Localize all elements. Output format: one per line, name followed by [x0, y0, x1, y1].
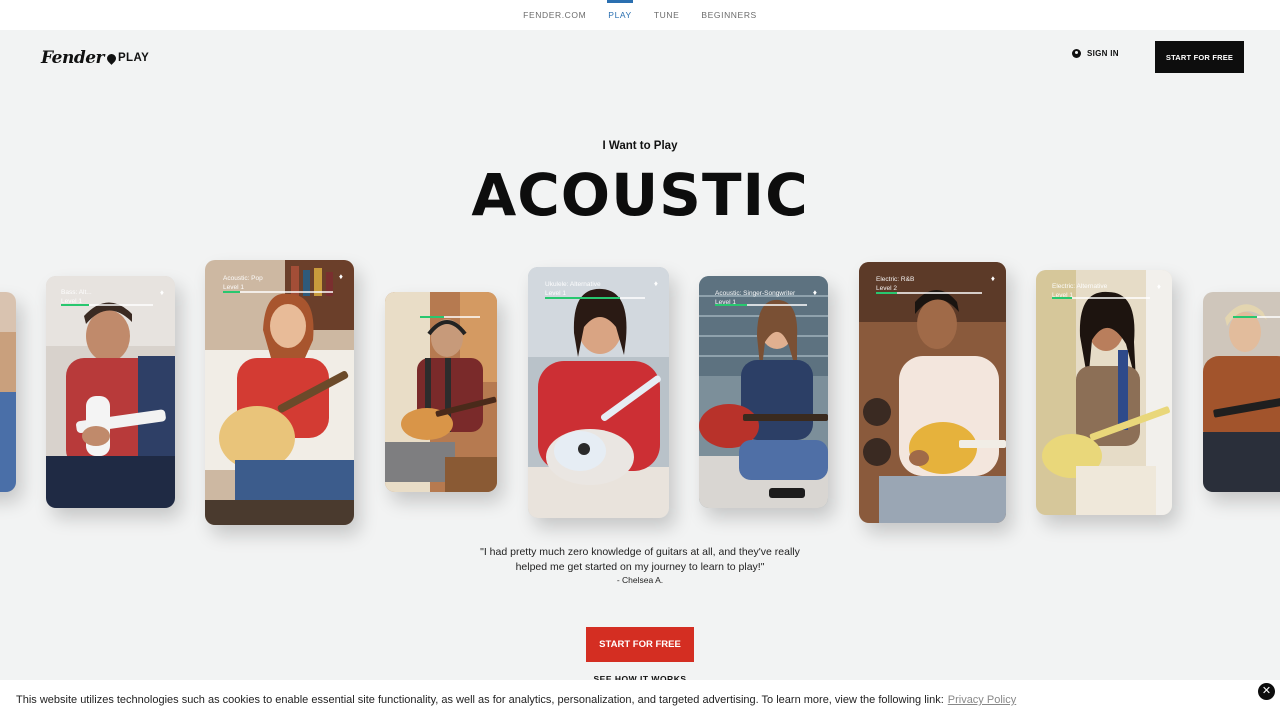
lesson-progress-bar: [545, 297, 645, 299]
user-icon: [1072, 49, 1081, 58]
lesson-progress-bar: [1052, 297, 1150, 299]
hero-eyebrow: I Want to Play: [602, 140, 678, 152]
guitar-pick-icon: [105, 51, 118, 65]
close-icon[interactable]: ✕: [1258, 683, 1275, 700]
lesson-card[interactable]: [0, 292, 16, 492]
topnav-link-beginners[interactable]: BEGINNERS: [701, 0, 756, 30]
flame-icon: ♦: [338, 272, 343, 281]
lesson-card[interactable]: Acoustic: Pop Level 1 ♦: [205, 260, 354, 525]
top-nav: FENDER.COM PLAY TUNE BEGINNERS: [0, 0, 1280, 30]
lesson-card-image: [46, 276, 175, 508]
lesson-card[interactable]: [1203, 292, 1280, 492]
lesson-card-image: [385, 292, 497, 492]
lesson-card-tag: Electric: R&B Level 2: [876, 276, 915, 292]
flame-icon: ♦: [653, 279, 658, 288]
logo-play-text: PLAY: [117, 52, 150, 64]
logo-wordmark: Fender: [41, 48, 104, 68]
testimonial-quote: "I had pretty much zero knowledge of gui…: [480, 546, 800, 573]
flame-icon: ♦: [1156, 282, 1161, 291]
lesson-progress-bar: [715, 304, 807, 306]
lesson-progress-bar: [1233, 316, 1280, 318]
lesson-card-image: [1036, 270, 1172, 515]
lesson-progress-bar: [420, 316, 480, 318]
lesson-card-image: [859, 262, 1006, 523]
lesson-card[interactable]: Electric: Alternative Level 1 ♦: [1036, 270, 1172, 515]
hero-headline: ACOUSTIC: [471, 161, 809, 229]
testimonial-author: - Chelsea A.: [616, 575, 664, 585]
lesson-card-image: [0, 292, 16, 492]
lesson-card[interactable]: [385, 292, 497, 492]
fender-play-logo[interactable]: Fender PLAY: [41, 47, 149, 69]
start-for-free-button[interactable]: START FOR FREE: [586, 627, 694, 662]
header-start-for-free-button[interactable]: START FOR FREE: [1155, 41, 1244, 73]
lesson-card-image: [1203, 292, 1280, 492]
lesson-card-tag: Ukulele: Alternative Level 1: [545, 281, 601, 297]
topnav-link-fender-com[interactable]: FENDER.COM: [523, 0, 586, 30]
lesson-card[interactable]: Electric: R&B Level 2 ♦: [859, 262, 1006, 523]
lesson-card-tag: Acoustic: Pop Level 1: [223, 275, 263, 291]
lesson-progress-bar: [223, 291, 333, 293]
sign-in-link[interactable]: SIGN IN: [1072, 49, 1119, 58]
flame-icon: ♦: [159, 288, 164, 297]
flame-icon: ♦: [990, 274, 995, 283]
lesson-card-image: [205, 260, 354, 525]
sign-in-label: SIGN IN: [1087, 49, 1119, 58]
cookie-banner: This website utilizes technologies such …: [0, 680, 1280, 720]
topnav-link-play[interactable]: PLAY: [607, 0, 633, 30]
cookie-text: This website utilizes technologies such …: [16, 694, 944, 706]
lesson-card-image: [699, 276, 828, 508]
privacy-policy-link[interactable]: Privacy Policy: [948, 694, 1016, 706]
lesson-progress-bar: [876, 292, 982, 294]
lesson-card[interactable]: Bass: Alt... Level 1 ♦: [46, 276, 175, 508]
lesson-card[interactable]: Ukulele: Alternative Level 1 ♦: [528, 267, 669, 518]
lesson-card-image: [528, 267, 669, 518]
flame-icon: ♦: [812, 288, 817, 297]
topnav-link-tune[interactable]: TUNE: [654, 0, 680, 30]
lesson-progress-bar: [61, 304, 153, 306]
lesson-card[interactable]: Acoustic: Singer-Songwriter Level 1 ♦: [699, 276, 828, 508]
